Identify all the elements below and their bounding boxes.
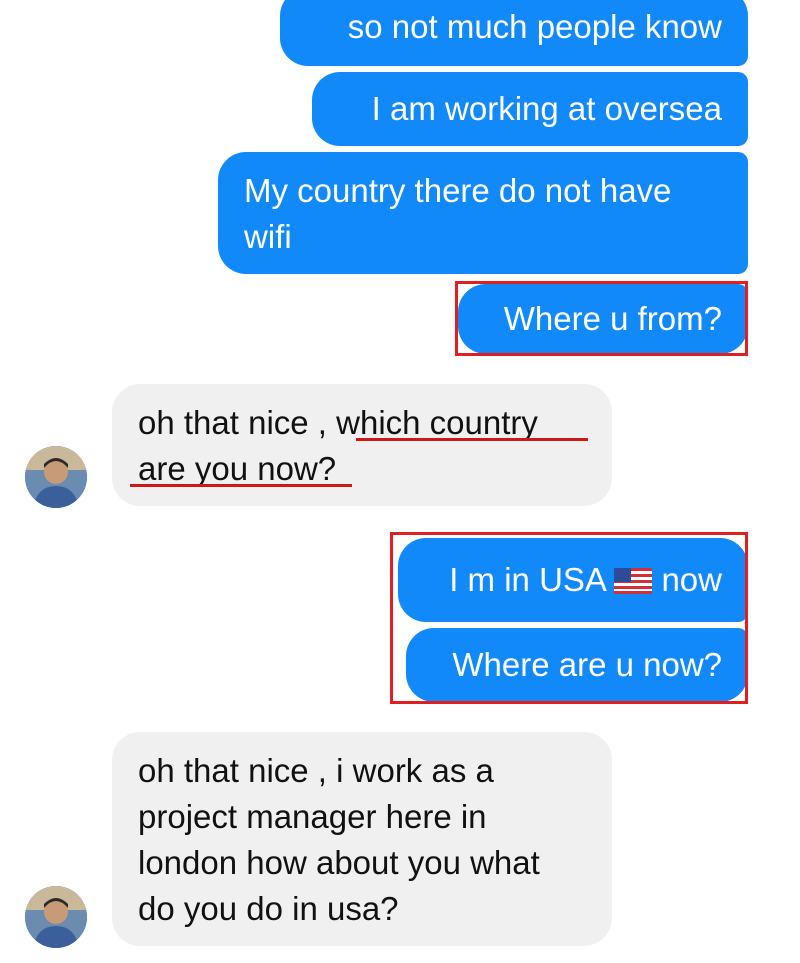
highlight-box <box>390 532 748 704</box>
red-underline <box>356 438 588 441</box>
avatar-image <box>25 446 87 508</box>
message-text: oh that nice , i work as a <box>138 752 494 789</box>
message-text: I am working at oversea <box>371 90 722 127</box>
highlight-box <box>455 281 748 356</box>
red-underline <box>130 484 352 487</box>
avatar-image <box>25 886 87 948</box>
message-text: do you do in usa? <box>138 890 399 927</box>
contact-avatar[interactable] <box>25 886 87 948</box>
message-bubble-received: oh that nice , which country are you now… <box>112 384 612 506</box>
message-text: london how about you what <box>138 844 540 881</box>
message-text: project manager here in <box>138 798 487 835</box>
message-text: wifi <box>244 218 292 255</box>
message-text: My country there do not have <box>244 172 672 209</box>
message-text: so not much people know <box>347 8 722 45</box>
message-bubble-sent: so not much people know <box>280 0 748 66</box>
message-bubble-received: oh that nice , i work as a project manag… <box>112 732 612 946</box>
message-bubble-sent: I am working at oversea <box>312 72 748 146</box>
contact-avatar[interactable] <box>25 446 87 508</box>
message-bubble-sent: My country there do not have wifi <box>218 152 748 274</box>
